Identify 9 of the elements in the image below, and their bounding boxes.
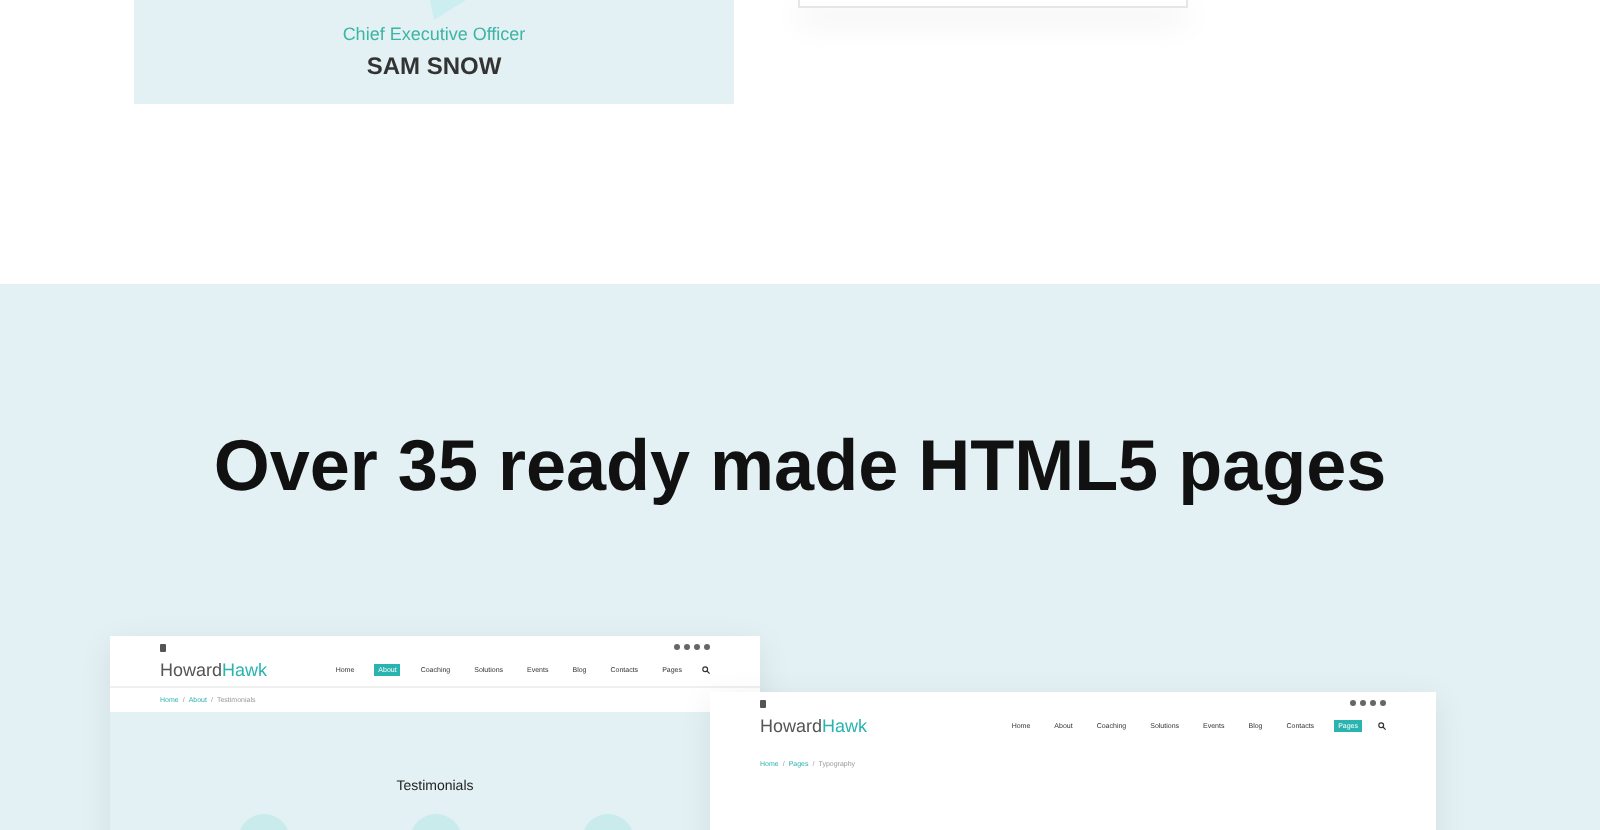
logo[interactable]: HowardHawk xyxy=(760,715,868,735)
search-icon[interactable] xyxy=(1378,721,1386,729)
person-name: SAM SNOW xyxy=(364,52,504,80)
phone-icon xyxy=(160,643,166,651)
phone-icon xyxy=(760,699,766,707)
logo[interactable]: HowardHawk xyxy=(160,659,268,679)
job-title: Chief Executive Officer xyxy=(340,24,528,44)
search-icon[interactable] xyxy=(702,665,710,673)
section-heading: Over 35 ready made HTML5 pages xyxy=(211,422,1389,508)
